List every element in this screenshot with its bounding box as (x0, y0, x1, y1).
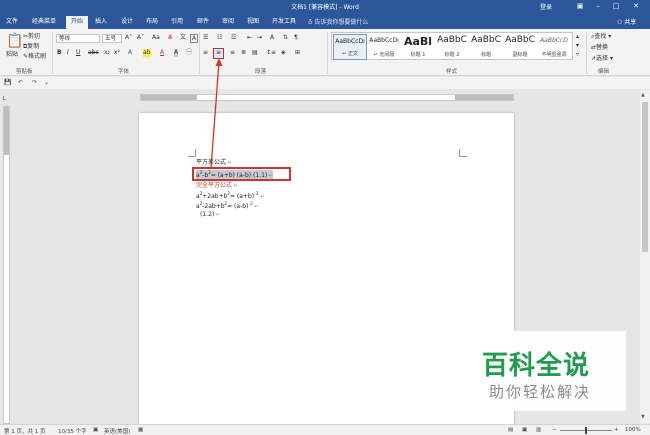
web-layout-icon[interactable]: ▥ (536, 427, 541, 433)
zoom-in-icon[interactable]: + (614, 427, 619, 433)
scroll-up-icon[interactable]: ▲ (641, 92, 645, 98)
arrow-head (215, 58, 223, 66)
zoom-out-icon[interactable]: − (552, 427, 557, 433)
watermark-title: 百科全说 (482, 351, 591, 381)
status-bar: 第 1 页，共 1 页 10/35 个字 ▣ 英语(美国) ▦ ▤ ▣ ▥ − … (0, 424, 650, 435)
arrow-shaft (210, 61, 220, 169)
scroll-down-icon[interactable]: ▼ (641, 414, 645, 420)
watermark-subtitle: 助你轻松解决 (489, 383, 592, 401)
language[interactable]: 英语(美国) (104, 427, 130, 435)
read-mode-icon[interactable]: ▤ (508, 427, 513, 433)
zoom-thumb[interactable] (585, 427, 587, 434)
word-count[interactable]: 10/35 个字 (58, 427, 87, 435)
zoom-level[interactable]: 100% (625, 427, 641, 433)
vertical-scrollbar[interactable]: ▲ ▼ (640, 90, 650, 423)
scroll-thumb[interactable] (642, 102, 648, 252)
print-layout-icon[interactable]: ▣ (522, 427, 527, 433)
macro-record-icon[interactable]: ▦ (138, 427, 143, 433)
proofing-icon[interactable]: ▣ (93, 427, 98, 433)
watermark: 百科全说 助你轻松解决 (460, 331, 626, 411)
page-count[interactable]: 第 1 页，共 1 页 (4, 427, 46, 435)
